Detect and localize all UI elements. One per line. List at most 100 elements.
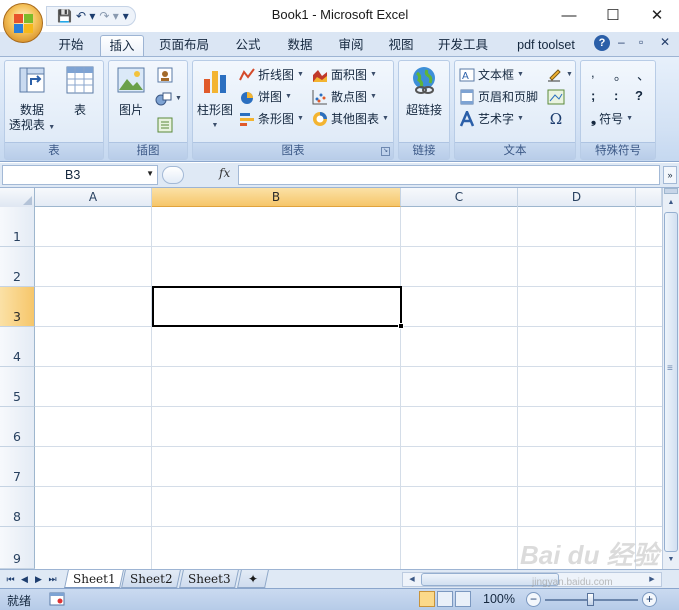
next-sheet-icon[interactable]: ▶ [32,572,45,586]
undo-button[interactable]: ↶ ▾ [76,9,95,23]
split-box[interactable] [664,188,678,194]
prev-sheet-icon[interactable]: ◀ [18,572,31,586]
tab-pdf-toolset[interactable]: pdf toolset [506,35,586,56]
ribbon-close-button[interactable]: ✕ [660,35,670,49]
column-header-a[interactable]: A [35,188,152,207]
horizontal-scroll-thumb[interactable] [421,573,559,586]
line-chart-button[interactable]: 折线图 ▼ [239,65,304,85]
insert-sheet-icon[interactable]: ✦ [237,570,269,588]
ribbon-restore-button[interactable]: ▫ [639,35,643,49]
omega-symbol-icon[interactable]: Ω [547,110,565,128]
select-all-corner[interactable] [0,188,35,207]
zoom-slider-knob[interactable] [587,593,594,606]
header-footer-button[interactable]: 页眉和页脚 [459,87,538,107]
tab-data[interactable]: 数据 [278,35,322,56]
smartart-icon[interactable] [157,117,173,133]
symbol-colon[interactable]: : [614,88,618,103]
active-cell-b3[interactable] [152,286,402,327]
row-header-9[interactable]: 9 [0,527,35,569]
wordart-button[interactable]: 艺术字 ▼ [459,109,524,129]
column-header-d[interactable]: D [518,188,636,207]
normal-view-button[interactable] [419,591,435,607]
horizontal-scrollbar[interactable]: ◀ ▶ [402,572,662,587]
row-header-8[interactable]: 8 [0,487,35,527]
zoom-level[interactable]: 100% [483,592,515,606]
name-box-dropdown-icon[interactable]: ▼ [146,169,154,178]
row-header-1[interactable]: 1 [0,207,35,247]
row-header-7[interactable]: 7 [0,447,35,487]
object-icon[interactable] [547,89,565,105]
textbox-button[interactable]: A 文本框 ▼ [459,65,524,85]
name-box[interactable]: B3 ▼ [2,165,158,185]
formula-cancel-enter-area[interactable] [162,166,184,184]
redo-button[interactable]: ↷ ▾ [99,9,118,23]
column-chart-button[interactable]: 柱形图 ▼ [193,65,237,133]
pie-chart-button[interactable]: 饼图 ▼ [239,87,292,107]
close-button[interactable]: ✕ [635,0,679,30]
column-header-c[interactable]: C [401,188,518,207]
vertical-scrollbar[interactable]: ▲ ▼ [662,188,679,569]
qat-customize-button[interactable]: ▾ [123,9,129,23]
symbol-semicolon[interactable]: ; [591,88,595,103]
row-header-3[interactable]: 3 [0,287,35,327]
charts-dialog-launcher-icon[interactable]: ↘ [381,147,390,156]
row-header-2[interactable]: 2 [0,247,35,287]
worksheet-grid[interactable]: A B C D 1 2 3 4 5 6 7 8 9 [0,188,662,569]
help-icon[interactable]: ? [594,35,610,51]
last-sheet-icon[interactable]: ⏭ [46,572,59,586]
sheet-tab-3[interactable]: Sheet3 [179,570,239,588]
symbol-comma[interactable]: , [591,65,595,80]
office-button[interactable] [3,3,43,43]
symbol-question[interactable]: ? [635,88,643,103]
clip-art-icon[interactable] [157,67,173,83]
sheet-tab-2[interactable]: Sheet2 [121,570,181,588]
tab-review[interactable]: 审阅 [330,35,372,56]
scroll-right-icon[interactable]: ▶ [645,573,659,586]
tab-formulas[interactable]: 公式 [226,35,270,56]
column-header-b[interactable]: B [152,188,401,207]
row-header-6[interactable]: 6 [0,407,35,447]
tab-view[interactable]: 视图 [380,35,422,56]
minimize-button[interactable]: — [547,0,591,30]
zoom-slider[interactable] [545,593,638,606]
row-header-4[interactable]: 4 [0,327,35,367]
scroll-up-icon[interactable]: ▲ [664,195,678,210]
tab-home[interactable]: 开始 [50,35,92,56]
row-header-5[interactable]: 5 [0,367,35,407]
tab-insert[interactable]: 插入 [100,35,144,56]
symbol-button[interactable]: ❟ 符号 ▼ [591,109,633,129]
symbol-enum-comma[interactable]: 、 [637,65,650,84]
signature-dropdown-icon[interactable]: ▼ [566,71,573,78]
hyperlink-button[interactable]: 超链接 [401,65,447,118]
bar-chart-button[interactable]: 条形图 ▼ [239,109,304,129]
insert-function-icon[interactable]: fx [219,166,230,180]
ribbon-minimize-button[interactable]: – [618,35,625,49]
vertical-scroll-thumb[interactable] [664,212,678,552]
zoom-in-button[interactable]: + [642,592,657,607]
first-sheet-icon[interactable]: ⏮ [4,572,17,586]
pivot-table-button[interactable]: 数据 透视表 ▼ [7,65,57,135]
picture-button[interactable]: 图片 [111,65,151,118]
column-header-partial[interactable] [636,188,662,207]
scroll-down-icon[interactable]: ▼ [664,552,678,567]
fill-handle[interactable] [398,323,404,329]
formula-bar-expand-icon[interactable]: » [663,166,677,184]
macro-record-icon[interactable] [49,592,65,606]
tab-developer[interactable]: 开发工具 [430,35,496,56]
zoom-out-button[interactable]: − [526,592,541,607]
page-layout-view-button[interactable] [437,591,453,607]
maximize-button[interactable]: ☐ [591,0,635,30]
formula-input[interactable] [238,165,660,185]
scroll-left-icon[interactable]: ◀ [405,573,419,586]
save-icon[interactable]: 💾 [57,9,72,23]
shapes-dropdown-icon[interactable]: ▼ [175,95,182,102]
other-charts-button[interactable]: 其他图表 ▼ [312,109,389,129]
symbol-period[interactable]: 。 [614,65,627,84]
scatter-chart-button[interactable]: 散点图 ▼ [312,87,377,107]
sheet-tab-1[interactable]: Sheet1 [64,570,124,588]
shapes-icon[interactable] [155,91,173,107]
tab-page-layout[interactable]: 页面布局 [152,35,216,56]
signature-line-icon[interactable] [547,67,565,83]
table-button[interactable]: 表 [57,65,103,118]
page-break-view-button[interactable] [455,591,471,607]
